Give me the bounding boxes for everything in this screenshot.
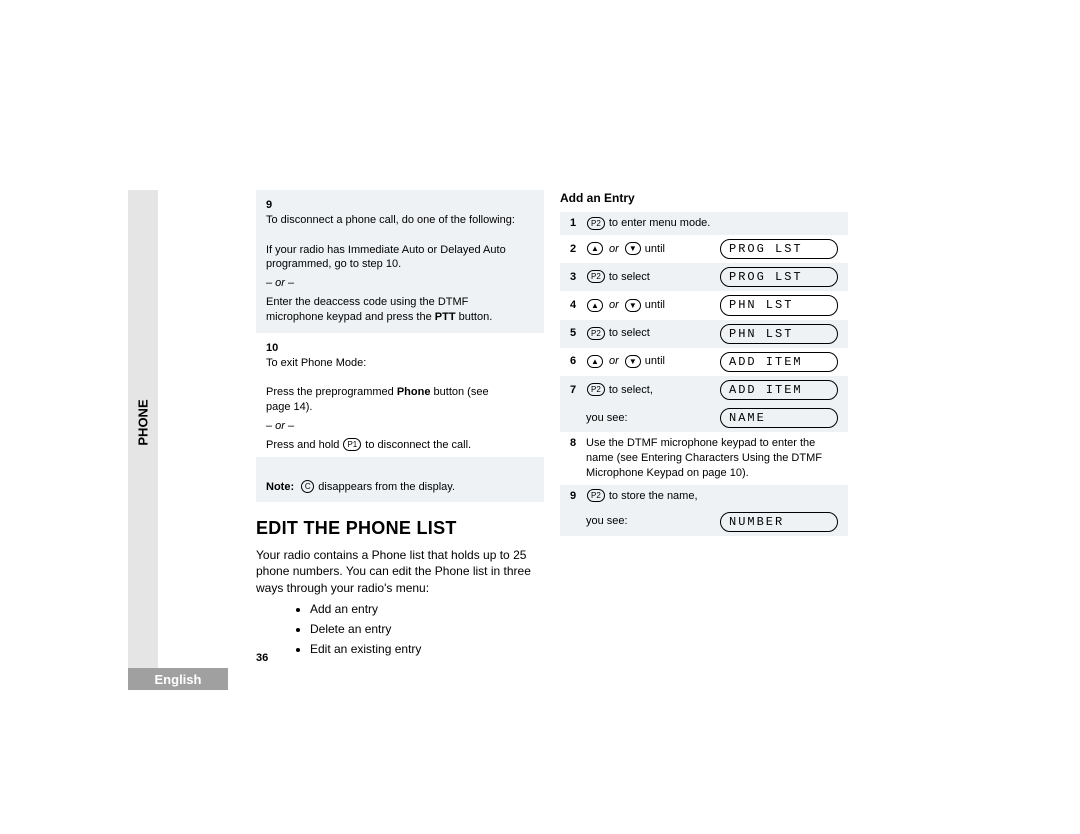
p2-key-icon: P2 xyxy=(587,489,605,502)
lcd-display: PHN LST xyxy=(720,324,838,344)
section-heading: EDIT THE PHONE LIST xyxy=(256,516,544,540)
bullet-list: Add an entry Delete an entry Edit an exi… xyxy=(270,601,544,658)
step-number: 10 xyxy=(266,341,282,356)
text: to store the name, xyxy=(606,490,698,502)
text: Press the preprogrammed xyxy=(266,386,397,398)
or-divider: – or – xyxy=(266,276,516,291)
down-key-icon: ▼ xyxy=(625,242,641,255)
step-6: 6 ▲ or ▼ until ADD ITEM xyxy=(560,348,848,376)
text: until xyxy=(642,243,665,255)
list-item: Delete an entry xyxy=(310,621,544,637)
up-key-icon: ▲ xyxy=(587,299,603,312)
page-root: PHONE English 3 6 9 To disconnect a phone… xyxy=(0,0,1080,834)
ptt-label: PTT xyxy=(435,311,456,323)
step-number: 7 xyxy=(570,383,586,398)
step-number: 2 xyxy=(570,242,586,257)
text: Press and hold xyxy=(266,439,342,451)
step-number: 8 xyxy=(570,436,586,451)
text: To disconnect a phone call, do one of th… xyxy=(266,214,515,226)
step-body: To disconnect a phone call, do one of th… xyxy=(266,213,516,325)
text: to enter menu mode. xyxy=(606,217,711,229)
step-number: 6 xyxy=(570,354,586,369)
text: to select, xyxy=(606,384,653,396)
note-label: Note: xyxy=(266,481,294,493)
step-number: 1 xyxy=(570,216,586,231)
text: to select xyxy=(606,271,650,283)
text: to disconnect the call. xyxy=(362,439,471,451)
step-3: 3 P2 to select PROG LST xyxy=(560,263,848,291)
step-4: 4 ▲ or ▼ until PHN LST xyxy=(560,291,848,319)
text: Use the DTMF microphone keypad to enter … xyxy=(586,436,838,481)
subheading: Add an Entry xyxy=(560,190,848,206)
right-column: Add an Entry 1 P2 to enter menu mode. 2 … xyxy=(560,190,848,536)
list-item: Edit an existing entry xyxy=(310,641,544,657)
note-box: Note: C disappears from the display. xyxy=(256,457,544,503)
phone-label: Phone xyxy=(397,386,431,398)
p2-key-icon: P2 xyxy=(587,327,605,340)
step-number: 5 xyxy=(570,326,586,341)
step-5: 5 P2 to select PHN LST xyxy=(560,320,848,348)
lcd-display: PROG LST xyxy=(720,239,838,259)
step-7: 7 P2 to select, ADD ITEM you see: NAME xyxy=(560,376,848,432)
section-tab: PHONE xyxy=(128,190,158,670)
p2-key-icon: P2 xyxy=(587,270,605,283)
down-key-icon: ▼ xyxy=(625,299,641,312)
step-number: 4 xyxy=(570,298,586,313)
text: to select xyxy=(606,327,650,339)
or-text: or xyxy=(609,243,619,255)
lcd-display: NUMBER xyxy=(720,512,838,532)
phone-indicator-icon: C xyxy=(301,480,314,493)
text: If your radio has Immediate Auto or Dela… xyxy=(266,244,506,271)
text: you see: xyxy=(586,514,720,529)
step-number: 9 xyxy=(570,489,586,504)
step-10: 10 To exit Phone Mode: Press the preprog… xyxy=(256,337,544,457)
step-number: 9 xyxy=(266,198,282,213)
step-number: 3 xyxy=(570,270,586,285)
p2-key-icon: P2 xyxy=(587,217,605,230)
step-9r: 9 P2 to store the name, you see: NUMBER xyxy=(560,485,848,536)
step-9: 9 To disconnect a phone call, do one of … xyxy=(256,190,544,333)
language-tab: English xyxy=(128,668,228,690)
text: button. xyxy=(456,311,493,323)
step-2: 2 ▲ or ▼ until PROG LST xyxy=(560,235,848,263)
lcd-display: NAME xyxy=(720,408,838,428)
step-1: 1 P2 to enter menu mode. xyxy=(560,212,848,235)
list-item: Add an entry xyxy=(310,601,544,617)
down-key-icon: ▼ xyxy=(625,355,641,368)
text: until xyxy=(642,355,665,367)
p1-key-icon: P1 xyxy=(343,438,361,451)
up-key-icon: ▲ xyxy=(587,242,603,255)
lcd-display: PROG LST xyxy=(720,267,838,287)
section-tab-label: PHONE xyxy=(136,399,151,445)
p2-key-icon: P2 xyxy=(587,383,605,396)
lcd-display: ADD ITEM xyxy=(720,380,838,400)
text: until xyxy=(642,299,665,311)
lcd-display: PHN LST xyxy=(720,295,838,315)
or-divider: – or – xyxy=(266,419,516,434)
or-text: or xyxy=(609,355,619,367)
up-key-icon: ▲ xyxy=(587,355,603,368)
left-column: 9 To disconnect a phone call, do one of … xyxy=(256,190,544,662)
step-8: 8 Use the DTMF microphone keypad to ente… xyxy=(560,432,848,485)
intro-text: Your radio contains a Phone list that ho… xyxy=(256,547,544,597)
text: disappears from the display. xyxy=(315,481,455,493)
step-body: To exit Phone Mode: Press the preprogram… xyxy=(266,356,516,453)
lcd-display: ADD ITEM xyxy=(720,352,838,372)
or-text: or xyxy=(609,299,619,311)
text: you see: xyxy=(586,411,720,426)
note-body: Note: C disappears from the display. xyxy=(266,480,516,495)
text: To exit Phone Mode: xyxy=(266,357,366,369)
